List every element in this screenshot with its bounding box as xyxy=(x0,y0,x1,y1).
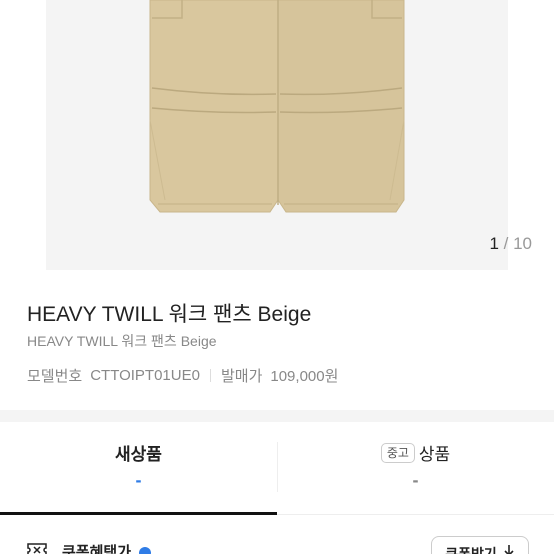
product-meta: 모델번호 CTTOIPT01UE0 발매가 109,000원 xyxy=(27,365,338,386)
section-divider xyxy=(0,410,554,422)
release-price-value: 109,000원 xyxy=(270,368,339,385)
image-page-current: 1 xyxy=(489,234,499,253)
tab-used-price: - xyxy=(412,470,419,490)
tab-new-product[interactable]: 새상품 - xyxy=(0,422,277,515)
product-title: HEAVY TWILL 워크 팬츠 Beige xyxy=(27,303,312,326)
get-coupon-button[interactable]: 쿠폰받기 xyxy=(431,536,529,554)
condition-tabs: 새상품 - 중고 상품 - xyxy=(0,422,554,515)
tab-new-label: 새상품 xyxy=(115,445,162,464)
info-icon[interactable] xyxy=(139,547,151,554)
download-icon xyxy=(504,545,514,554)
product-info: HEAVY TWILL 워크 팬츠 Beige HEAVY TWILL 워크 팬… xyxy=(0,270,554,410)
meta-divider xyxy=(209,369,211,382)
coupon-icon xyxy=(27,543,47,554)
model-number-label: 모델번호 xyxy=(27,368,83,385)
image-page-total: / 10 xyxy=(498,234,532,253)
release-price-label: 발매가 xyxy=(220,368,263,385)
get-coupon-label: 쿠폰받기 xyxy=(445,546,497,554)
coupon-price-label: 쿠폰혜택가 xyxy=(62,544,132,554)
model-number-value: CTTOIPT01UE0 xyxy=(90,367,200,384)
tab-used-label: 상품 xyxy=(418,445,451,464)
product-image-gallery[interactable]: 1 / 10 xyxy=(0,0,554,270)
coupon-section: 쿠폰혜택가 쿠폰받기 xyxy=(0,515,554,554)
pants-photo xyxy=(149,0,405,213)
used-badge: 중고 xyxy=(380,442,415,463)
tab-used-label-row: 중고 상품 xyxy=(277,440,554,465)
image-page-counter: 1 / 10 xyxy=(489,234,532,254)
tab-used-product[interactable]: 중고 상품 - xyxy=(277,422,554,515)
product-subtitle: HEAVY TWILL 워크 팬츠 Beige xyxy=(27,333,217,349)
tab-new-price: - xyxy=(135,470,142,490)
